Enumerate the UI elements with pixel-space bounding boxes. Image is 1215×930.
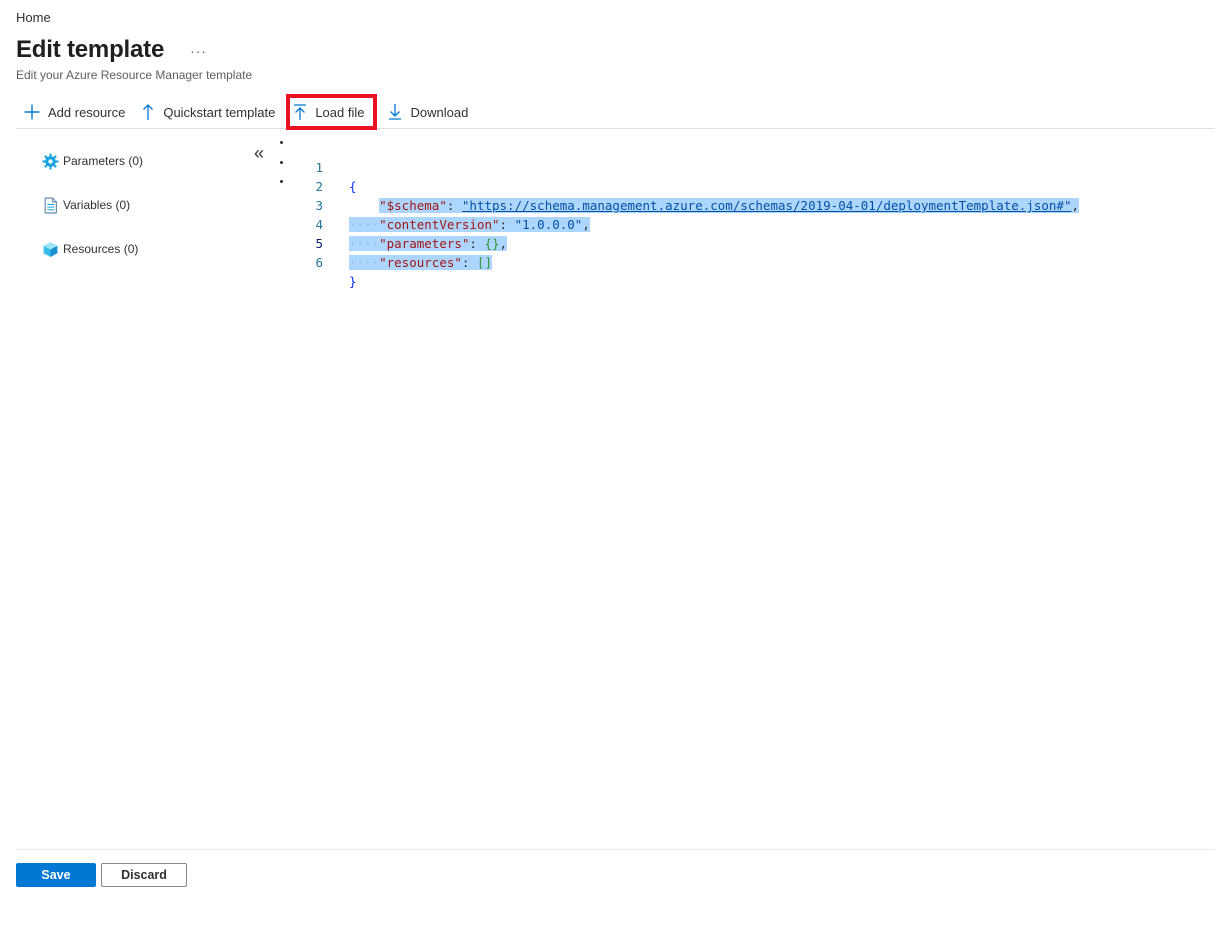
nav-item-variables[interactable]: Variables (0) (42, 192, 242, 218)
json-code-editor[interactable]: 1 { 2 "$schema": "https://schema.managem… (296, 139, 1196, 289)
add-resource-button[interactable]: Add resource (16, 97, 133, 127)
template-outline-nav: Parameters (0) Variables (0) Resources (… (42, 148, 242, 280)
nav-item-parameters-label: Parameters (0) (63, 154, 144, 168)
download-icon (389, 104, 402, 120)
gear-icon (42, 153, 59, 169)
page-subtitle: Edit your Azure Resource Manager templat… (16, 68, 253, 82)
nav-item-resources[interactable]: Resources (0) (42, 236, 242, 262)
toolbar: Add resource Quickstart template Load fi… (16, 94, 1215, 130)
arrow-up-icon (143, 104, 154, 120)
discard-button[interactable]: Discard (101, 863, 187, 887)
code-content: } (349, 272, 357, 291)
nav-item-variables-label: Variables (0) (63, 198, 131, 212)
code-content: ····"resources": [] (349, 255, 493, 270)
document-icon (44, 197, 57, 213)
quickstart-template-button[interactable]: Quickstart template (133, 97, 283, 127)
quickstart-template-label: Quickstart template (163, 104, 276, 120)
save-button[interactable]: Save (16, 863, 96, 887)
line-number: 6 (315, 255, 323, 270)
code-line-5: 5 ····"resources": [] (296, 215, 1196, 270)
title-row: Edit template ··· (16, 36, 207, 64)
code-line-1: 1 { (296, 139, 1196, 194)
plus-icon (24, 104, 40, 120)
splitter-dot (279, 141, 283, 144)
panel-splitter-handle[interactable] (278, 141, 284, 183)
download-label: Download (410, 104, 469, 120)
code-line-4: 4 ····"parameters": {}, (296, 196, 1196, 251)
more-options-icon[interactable]: ··· (190, 43, 207, 59)
splitter-dot (279, 160, 283, 164)
edit-template-page: Home Edit template ··· Edit your Azure R… (0, 0, 1215, 930)
add-resource-label: Add resource (48, 104, 126, 120)
load-file-button[interactable]: Load file (286, 94, 378, 130)
cube-icon (43, 241, 58, 257)
page-title: Edit template (16, 36, 165, 63)
breadcrumb-home-link[interactable]: Home (16, 10, 51, 25)
resources-key: "resources" (379, 255, 462, 270)
upload-icon (294, 104, 307, 120)
nav-item-parameters[interactable]: Parameters (0) (42, 148, 242, 174)
close-brace: } (349, 274, 357, 289)
code-line-3: 3 ····"contentVersion": "1.0.0.0", (296, 177, 1196, 232)
breadcrumb: Home (16, 10, 51, 25)
resources-value: [] (476, 255, 493, 270)
code-line-2: 2 "$schema": "https://schema.management.… (296, 158, 1196, 213)
load-file-label: Load file (315, 104, 365, 120)
collapse-panel-button[interactable]: « (254, 143, 264, 163)
nav-item-resources-label: Resources (0) (63, 242, 139, 256)
code-line-6: 6 } (296, 234, 1196, 289)
splitter-dot (279, 180, 283, 183)
footer-divider (16, 849, 1215, 850)
download-button[interactable]: Download (380, 97, 476, 127)
